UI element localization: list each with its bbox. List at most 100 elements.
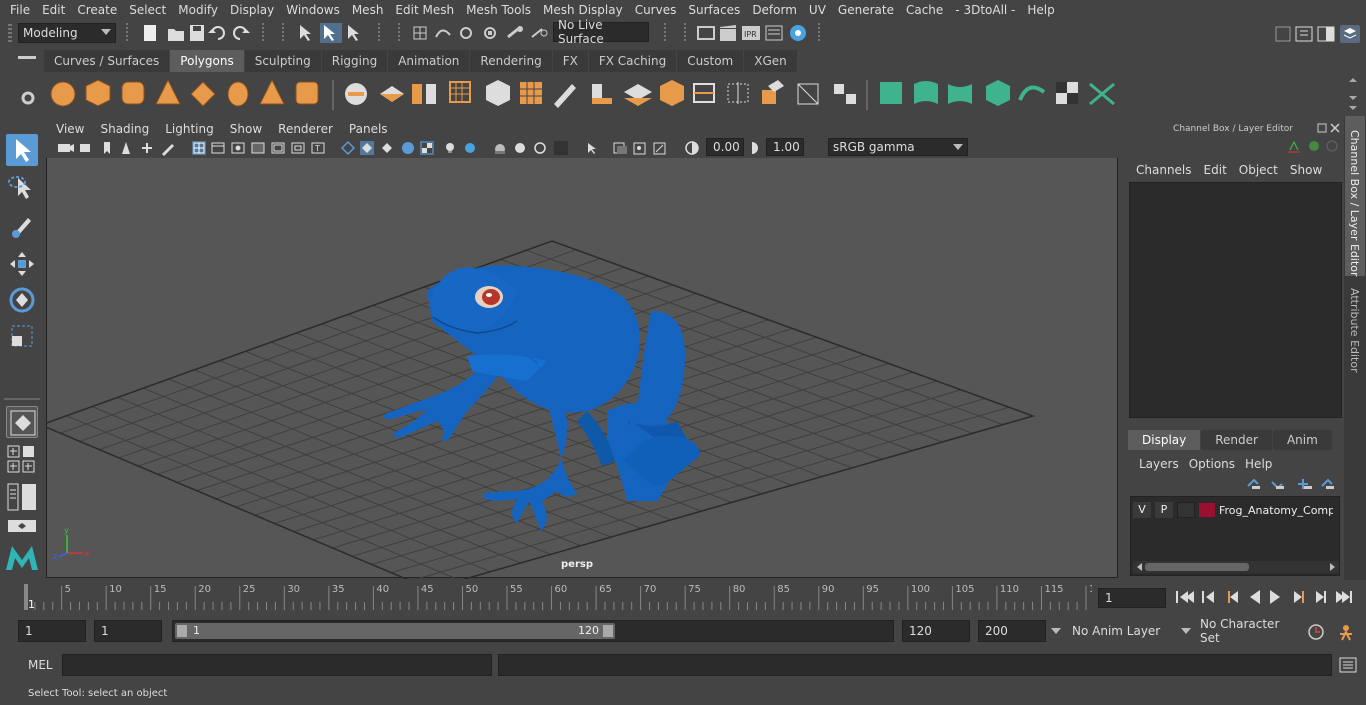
viewport-menu-renderer[interactable]: Renderer [270, 122, 341, 136]
menu-cache[interactable]: Cache [900, 3, 949, 17]
shelf-tab-xgen[interactable]: XGen [744, 50, 797, 72]
menu-create[interactable]: Create [71, 3, 123, 17]
shelf-tab-custom[interactable]: Custom [677, 50, 744, 72]
viewport-menu-view[interactable]: View [48, 122, 92, 136]
shelf-gear-icon[interactable] [20, 90, 36, 106]
layout-strip-button[interactable] [6, 518, 38, 534]
svg-text:IPR: IPR [744, 30, 757, 39]
mode-dropdown[interactable]: Modeling [18, 23, 116, 43]
layer-playback-toggle[interactable]: P [1155, 502, 1173, 518]
command-input[interactable] [62, 654, 492, 676]
script-language-toggle[interactable]: MEL [28, 658, 53, 672]
channel-menu-show[interactable]: Show [1284, 163, 1328, 177]
range-start-grip[interactable] [177, 625, 187, 637]
hypershade-icon [790, 25, 806, 41]
menu-generate[interactable]: Generate [832, 3, 900, 17]
menu-curves[interactable]: Curves [629, 3, 683, 17]
select-tool-button[interactable] [6, 134, 38, 166]
layer-tools[interactable] [1244, 476, 1340, 492]
shelf-tab-rigging[interactable]: Rigging [321, 50, 388, 72]
single-layout-button[interactable] [6, 406, 38, 438]
layer-visibility-toggle[interactable]: V [1133, 502, 1151, 518]
viewport-menu-shading[interactable]: Shading [92, 122, 157, 136]
menu-edit-mesh[interactable]: Edit Mesh [389, 3, 460, 17]
menu-3dtoall[interactable]: - 3DtoAll - [949, 3, 1021, 17]
range-slider[interactable]: 1 120 [172, 620, 894, 642]
channel-box-side-tab[interactable]: Channel Box / Layer Editor [1345, 116, 1365, 277]
shelf-menu-icon[interactable] [18, 56, 36, 59]
layer-tab-render[interactable]: Render [1201, 430, 1272, 450]
shelf-tab-fx-caching[interactable]: FX Caching [588, 50, 677, 72]
shelf-scroll[interactable] [1346, 76, 1360, 112]
color-space-dropdown[interactable]: sRGB gamma [828, 138, 968, 156]
time-slider[interactable]: 5 10 15 20 25 30 35 40 45 50 55 60 65 70 75 80 85 90 95 100… [18, 582, 1102, 612]
menu-file[interactable]: File [4, 3, 36, 17]
channel-menu-channels[interactable]: Channels [1130, 163, 1198, 177]
layer-menu-options[interactable]: Options [1184, 457, 1240, 471]
move-tool-button[interactable] [6, 248, 38, 280]
script-editor-icon[interactable] [1338, 656, 1358, 674]
layer-menu-layers[interactable]: Layers [1134, 457, 1184, 471]
shelf-tab-polygons[interactable]: Polygons [170, 50, 244, 72]
gamma-field[interactable]: 1.00 [766, 138, 804, 156]
outliner-layout-button[interactable] [6, 482, 38, 512]
playback-end-field[interactable]: 120 [902, 620, 970, 642]
menu-modify[interactable]: Modify [172, 3, 224, 17]
shelf-tab-fx[interactable]: FX [552, 50, 588, 72]
range-slider-handle[interactable]: 1 120 [175, 623, 615, 639]
scene-start-field[interactable]: 1 [18, 620, 86, 642]
layout-buttons[interactable] [6, 444, 38, 474]
live-surface-field[interactable]: No Live Surface [553, 18, 649, 46]
panel-controls[interactable] [1316, 122, 1342, 134]
current-frame-field[interactable]: 1 [1098, 588, 1166, 608]
playback-start-field[interactable]: 1 [94, 620, 162, 642]
range-end-grip[interactable] [603, 625, 613, 637]
viewport-menu-show[interactable]: Show [222, 122, 270, 136]
menu-uv[interactable]: UV [803, 3, 832, 17]
shelf-tab-sculpting[interactable]: Sculpting [244, 50, 321, 72]
layer-tab-anim[interactable]: Anim [1272, 430, 1332, 450]
viewport-menu-lighting[interactable]: Lighting [157, 122, 222, 136]
time-tick-label: 45 [421, 584, 434, 595]
viewport-menu-panels[interactable]: Panels [341, 122, 396, 136]
lasso-tool-button[interactable] [6, 172, 38, 204]
scale-tool-button[interactable] [6, 320, 38, 352]
menu-select[interactable]: Select [123, 3, 172, 17]
menu-surfaces[interactable]: Surfaces [682, 3, 746, 17]
layer-list-scrollbar[interactable] [1133, 561, 1339, 573]
menu-display[interactable]: Display [224, 3, 280, 17]
channel-menu-edit[interactable]: Edit [1198, 163, 1233, 177]
shelf-tab-rendering[interactable]: Rendering [470, 50, 552, 72]
channel-list[interactable] [1129, 182, 1342, 418]
character-set-dropdown[interactable]: No Character Set [1196, 617, 1298, 645]
rotate-tool-button[interactable] [6, 284, 38, 316]
layer-color-swatch[interactable] [1199, 503, 1215, 517]
shelf-tab-animation[interactable]: Animation [388, 50, 470, 72]
range-tools[interactable] [1306, 622, 1366, 642]
layer-display-type[interactable] [1177, 502, 1195, 518]
layer-menu-help[interactable]: Help [1240, 457, 1277, 471]
layer-row[interactable]: V P Frog_Anatomy_Comple [1133, 501, 1339, 519]
menu-edit[interactable]: Edit [36, 3, 71, 17]
chevron-down-icon[interactable] [1050, 626, 1062, 636]
time-tick-label: 50 [465, 584, 478, 595]
menu-mesh[interactable]: Mesh [346, 3, 390, 17]
menu-help[interactable]: Help [1021, 3, 1060, 17]
menu-mesh-tools[interactable]: Mesh Tools [460, 3, 537, 17]
shelf-tab-curves-surfaces[interactable]: Curves / Surfaces [44, 50, 170, 72]
channel-box-tools[interactable] [1286, 138, 1342, 156]
layer-name[interactable]: Frog_Anatomy_Comple [1219, 504, 1333, 517]
attribute-editor-side-tab[interactable]: Attribute Editor [1345, 280, 1365, 376]
scene-end-field[interactable]: 200 [978, 620, 1046, 642]
anim-layer-dropdown[interactable]: No Anim Layer [1068, 620, 1174, 642]
viewport-panel[interactable]: x y z persp [46, 120, 1119, 579]
layer-tab-display[interactable]: Display [1128, 430, 1201, 450]
menu-deform[interactable]: Deform [746, 3, 803, 17]
chevron-down-icon[interactable] [1180, 626, 1192, 636]
menu-mesh-display[interactable]: Mesh Display [537, 3, 629, 17]
paint-select-tool-button[interactable] [6, 210, 38, 242]
menu-windows[interactable]: Windows [280, 3, 346, 17]
channel-menu-object[interactable]: Object [1233, 163, 1284, 177]
exposure-field[interactable]: 0.00 [706, 138, 744, 156]
perspective-view[interactable]: x y z [47, 121, 1119, 579]
